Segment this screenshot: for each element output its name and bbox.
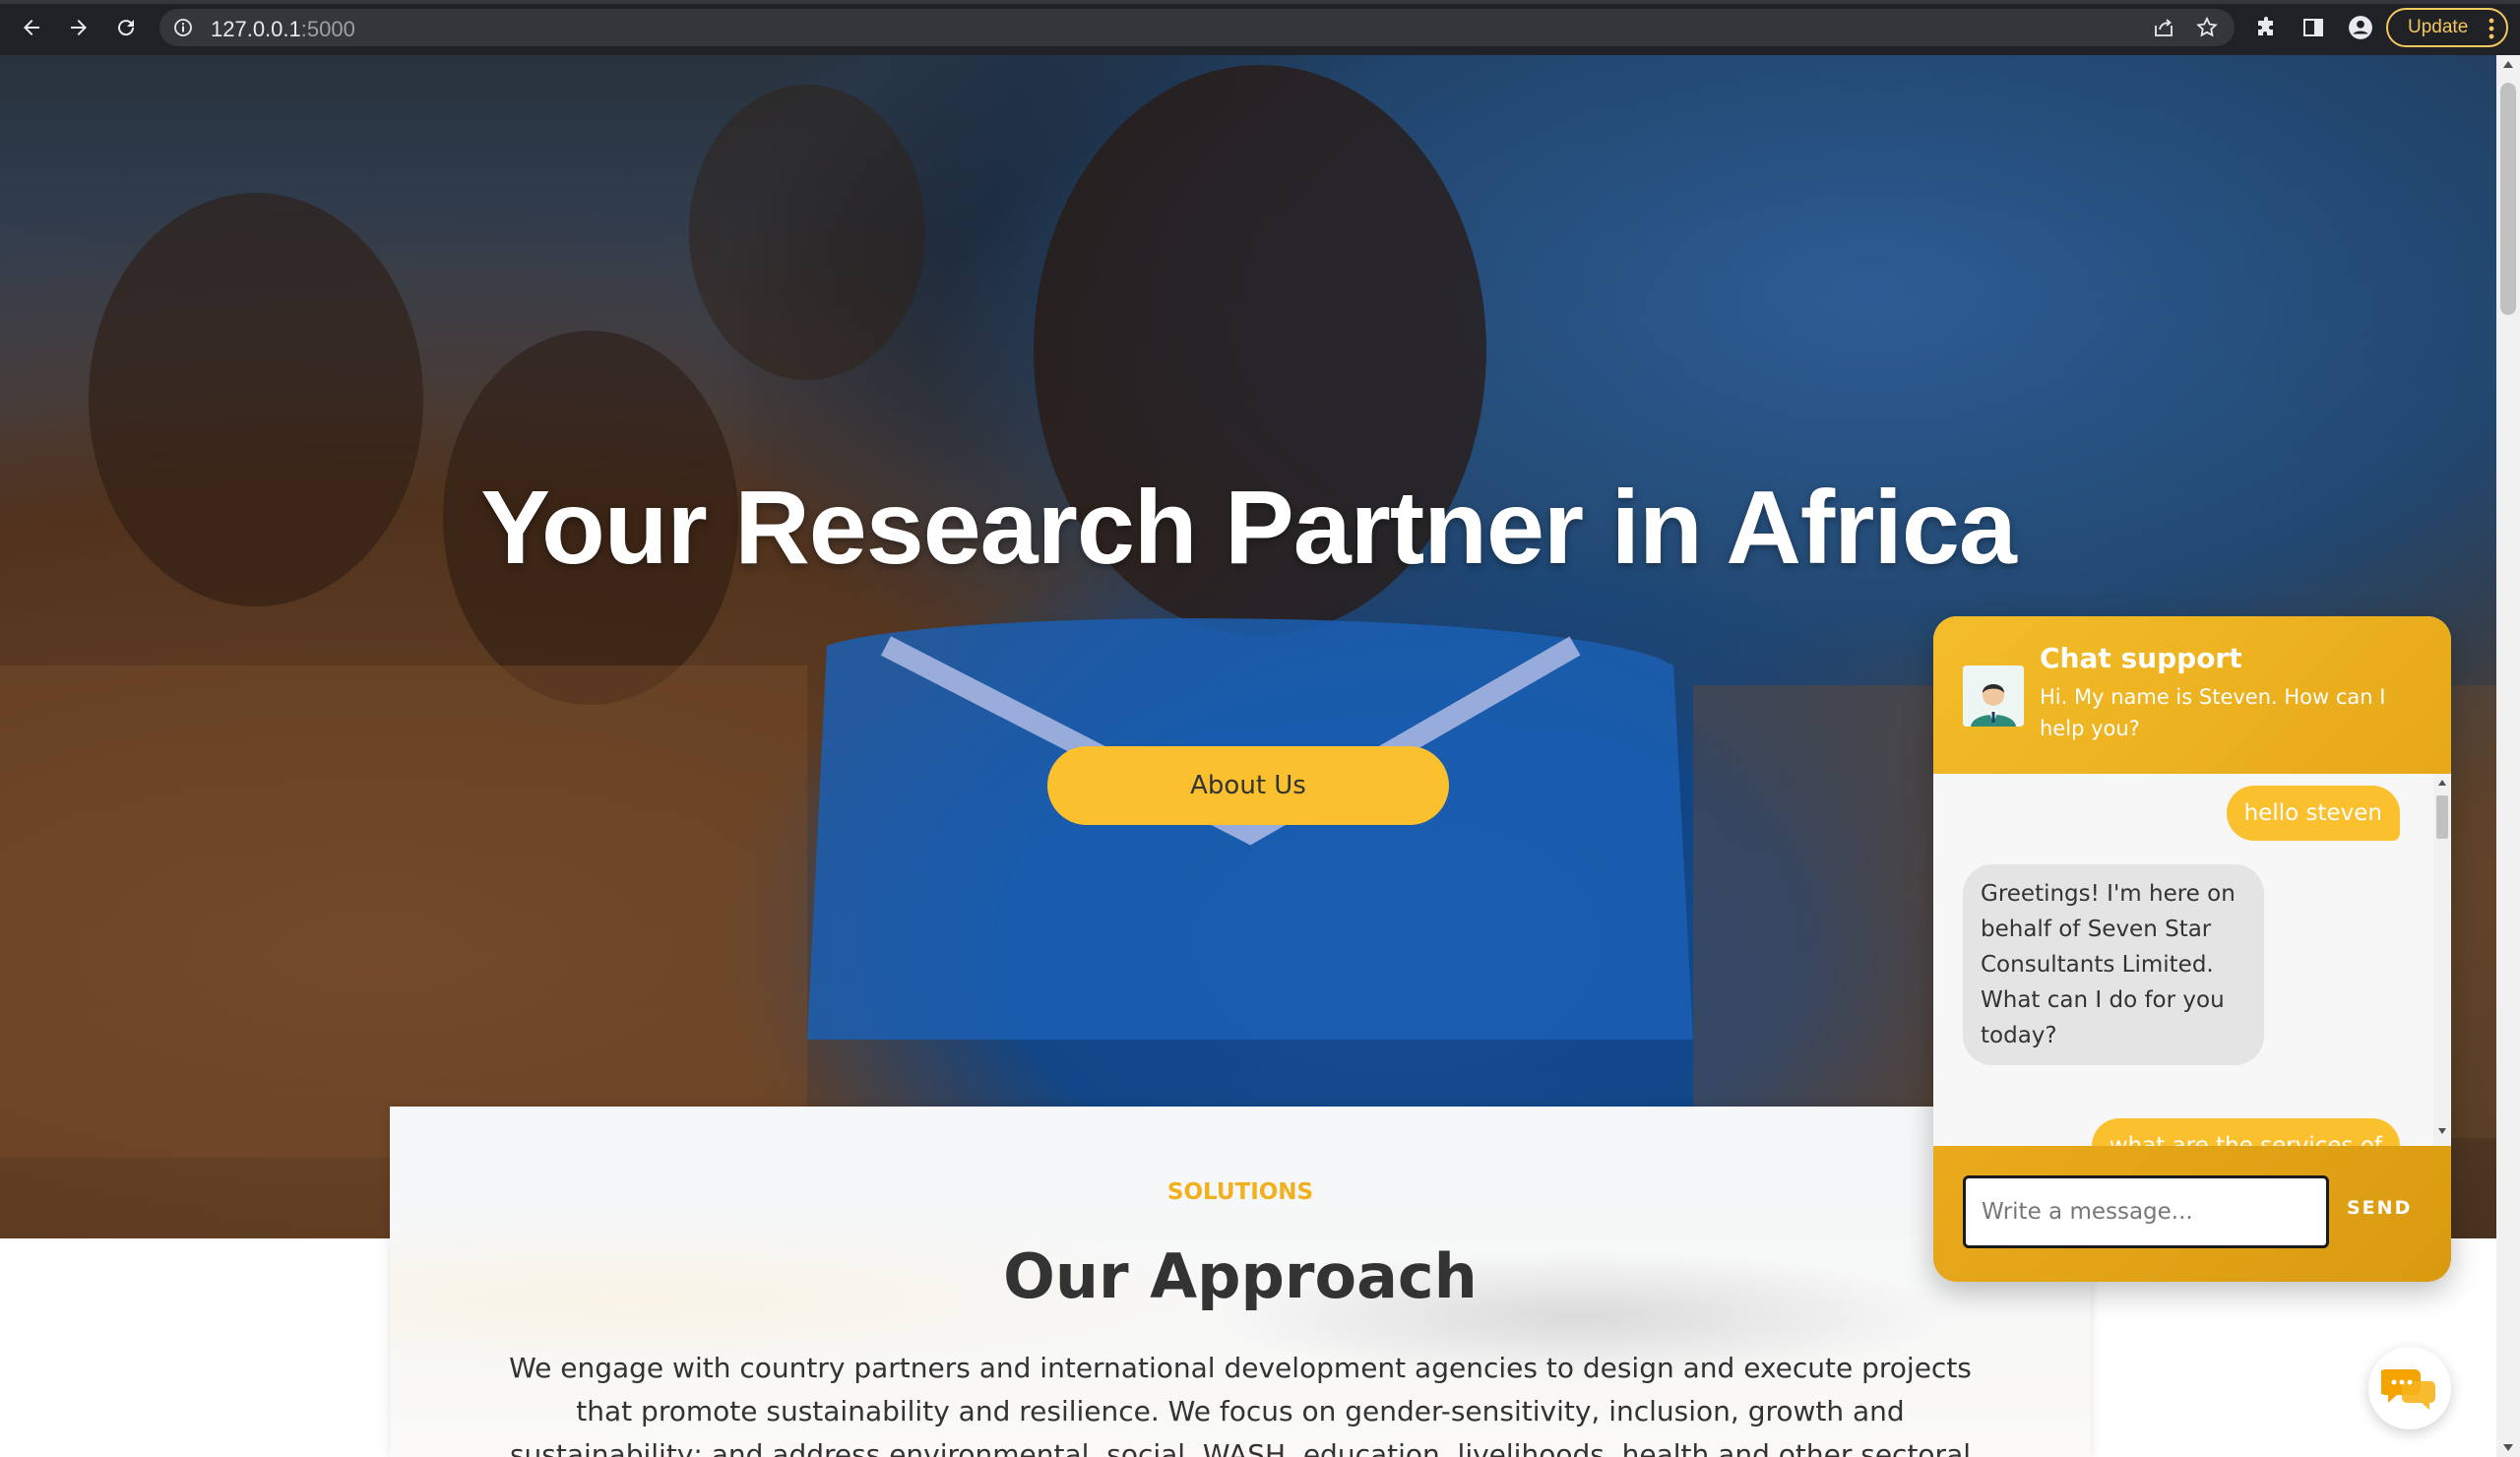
send-button[interactable]: SEND: [2347, 1197, 2412, 1219]
sidepanel-icon: [2303, 19, 2323, 36]
url-port: :5000: [300, 17, 355, 41]
support-avatar-icon: [1963, 665, 2024, 727]
chat-title: Chat support: [2040, 642, 2242, 674]
update-button[interactable]: Update: [2386, 8, 2508, 47]
chat-message-input[interactable]: [1963, 1175, 2329, 1248]
scroll-down-arrow[interactable]: [2503, 1444, 2513, 1451]
chat-scroll-down[interactable]: [2438, 1128, 2446, 1134]
share-icon: [2155, 19, 2173, 36]
chat-widget: Chat support Hi. My name is Steven. How …: [1933, 616, 2451, 1282]
info-icon[interactable]: [173, 18, 193, 37]
chat-bubbles-icon: [2381, 1369, 2435, 1410]
star-icon: [2196, 16, 2218, 37]
chat-messages[interactable]: hello steven Greetings! I'm here on beha…: [1933, 774, 2451, 1146]
chat-input-bar: SEND: [1933, 1146, 2451, 1282]
bookmark-button[interactable]: [2191, 12, 2223, 43]
kebab-icon: [2488, 18, 2494, 39]
browser-toolbar: 127.0.0.1:5000 Update: [0, 0, 2520, 55]
address-bar[interactable]: 127.0.0.1:5000: [159, 9, 2235, 46]
section-paragraph: We engage with country partners and inte…: [509, 1352, 1972, 1457]
chat-message-bot: Greetings! I'm here on behalf of Seven S…: [1963, 864, 2264, 1065]
chat-scroll-thumb[interactable]: [2436, 795, 2448, 839]
tab-strip: [0, 0, 2520, 4]
back-button[interactable]: [14, 10, 49, 45]
approach-section: SOLUTIONS Our Approach We engage with co…: [390, 1107, 2091, 1457]
section-eyebrow: SOLUTIONS: [1166, 1179, 1314, 1205]
puzzle-icon: [2258, 17, 2273, 35]
share-button[interactable]: [2148, 12, 2179, 43]
chat-scrollbar[interactable]: [2433, 774, 2451, 1146]
url-text[interactable]: 127.0.0.1:5000: [211, 17, 355, 42]
chat-launcher-button[interactable]: [2368, 1347, 2451, 1429]
url-host: 127.0.0.1: [211, 17, 301, 41]
back-icon: [24, 20, 39, 35]
chat-message-user: what are the services of: [2091, 1118, 2400, 1146]
side-panel-button[interactable]: [2298, 12, 2329, 43]
hero-title: Your Research Partner in Africa: [480, 470, 2017, 586]
chat-header: Chat support Hi. My name is Steven. How …: [1933, 616, 2451, 774]
profile-icon: [2349, 16, 2372, 39]
page-scrollbar[interactable]: [2496, 55, 2520, 1457]
support-avatar: [1963, 665, 2024, 727]
update-label: Update: [2408, 17, 2469, 37]
extensions-button[interactable]: [2250, 12, 2282, 43]
forward-button[interactable]: [61, 10, 96, 45]
chat-subtitle: Hi. My name is Steven. How can I help yo…: [2040, 685, 2386, 740]
chat-scroll-up[interactable]: [2438, 780, 2446, 786]
profile-button[interactable]: [2345, 12, 2376, 43]
reload-button[interactable]: [108, 10, 144, 45]
scroll-up-arrow[interactable]: [2503, 61, 2513, 68]
section-heading: Our Approach: [1003, 1240, 1478, 1312]
scrollbar-thumb[interactable]: [2500, 83, 2516, 315]
forward-icon: [71, 20, 87, 35]
reload-icon: [118, 20, 135, 36]
about-us-button[interactable]: About Us: [1047, 746, 1449, 825]
chat-message-user: hello steven: [2226, 786, 2400, 841]
